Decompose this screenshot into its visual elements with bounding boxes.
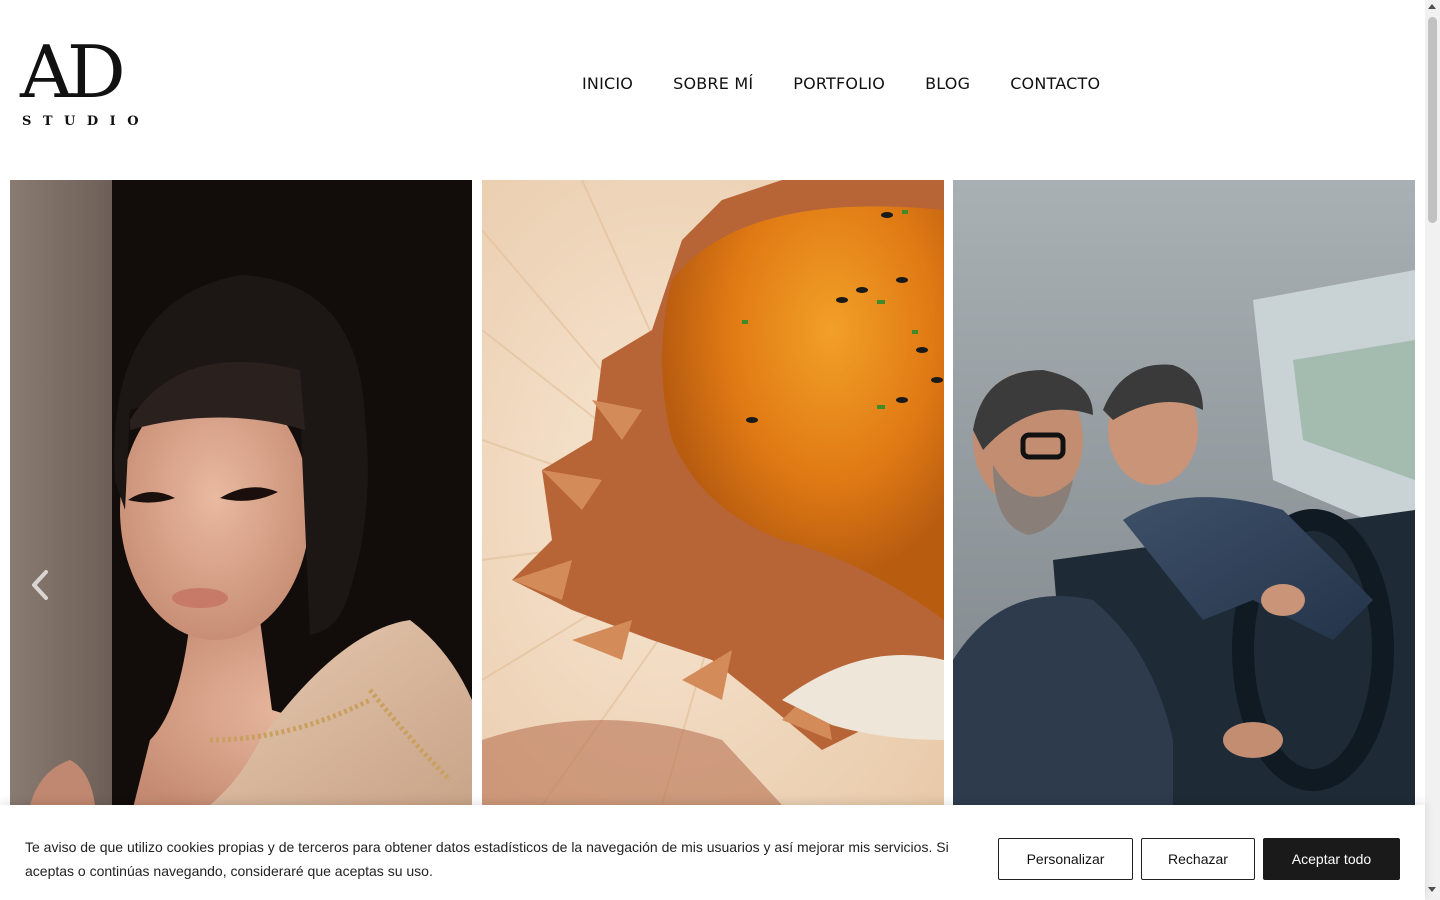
nav-item-inicio[interactable]: INICIO [582,72,633,96]
gallery-slide-car[interactable] [953,180,1415,805]
car-photo [953,180,1415,805]
scroll-down-icon[interactable] [1428,887,1436,892]
logo-sub-text: STUDIO [22,114,151,129]
scroll-thumb[interactable] [1428,17,1437,223]
main-nav: INICIO SOBRE MÍ PORTFOLIO BLOG CONTACTO [582,72,1100,96]
gallery-slide-portrait[interactable] [10,180,472,805]
logo-main-text: AD [20,30,126,114]
nav-item-blog[interactable]: BLOG [925,72,970,96]
scroll-up-icon[interactable] [1428,4,1436,9]
brand-logo[interactable]: AD STUDIO [20,30,151,130]
portrait-photo [10,180,472,805]
nav-item-contacto[interactable]: CONTACTO [1010,72,1100,96]
customize-button[interactable]: Personalizar [998,838,1133,880]
cookie-banner-text: Te aviso de que utilizo cookies propias … [25,839,949,879]
page-scrollbar[interactable] [1425,0,1440,900]
gallery-slide-food[interactable] [482,180,944,805]
chevron-left-icon[interactable] [28,568,52,602]
nav-item-portfolio[interactable]: PORTFOLIO [793,72,885,96]
accept-all-button[interactable]: Aceptar todo [1263,838,1400,880]
cookie-banner: Te aviso de que utilizo cookies propias … [0,805,1425,900]
reject-button[interactable]: Rechazar [1141,838,1255,880]
food-photo [482,180,944,805]
nav-item-sobre-mi[interactable]: SOBRE MÍ [673,72,753,96]
